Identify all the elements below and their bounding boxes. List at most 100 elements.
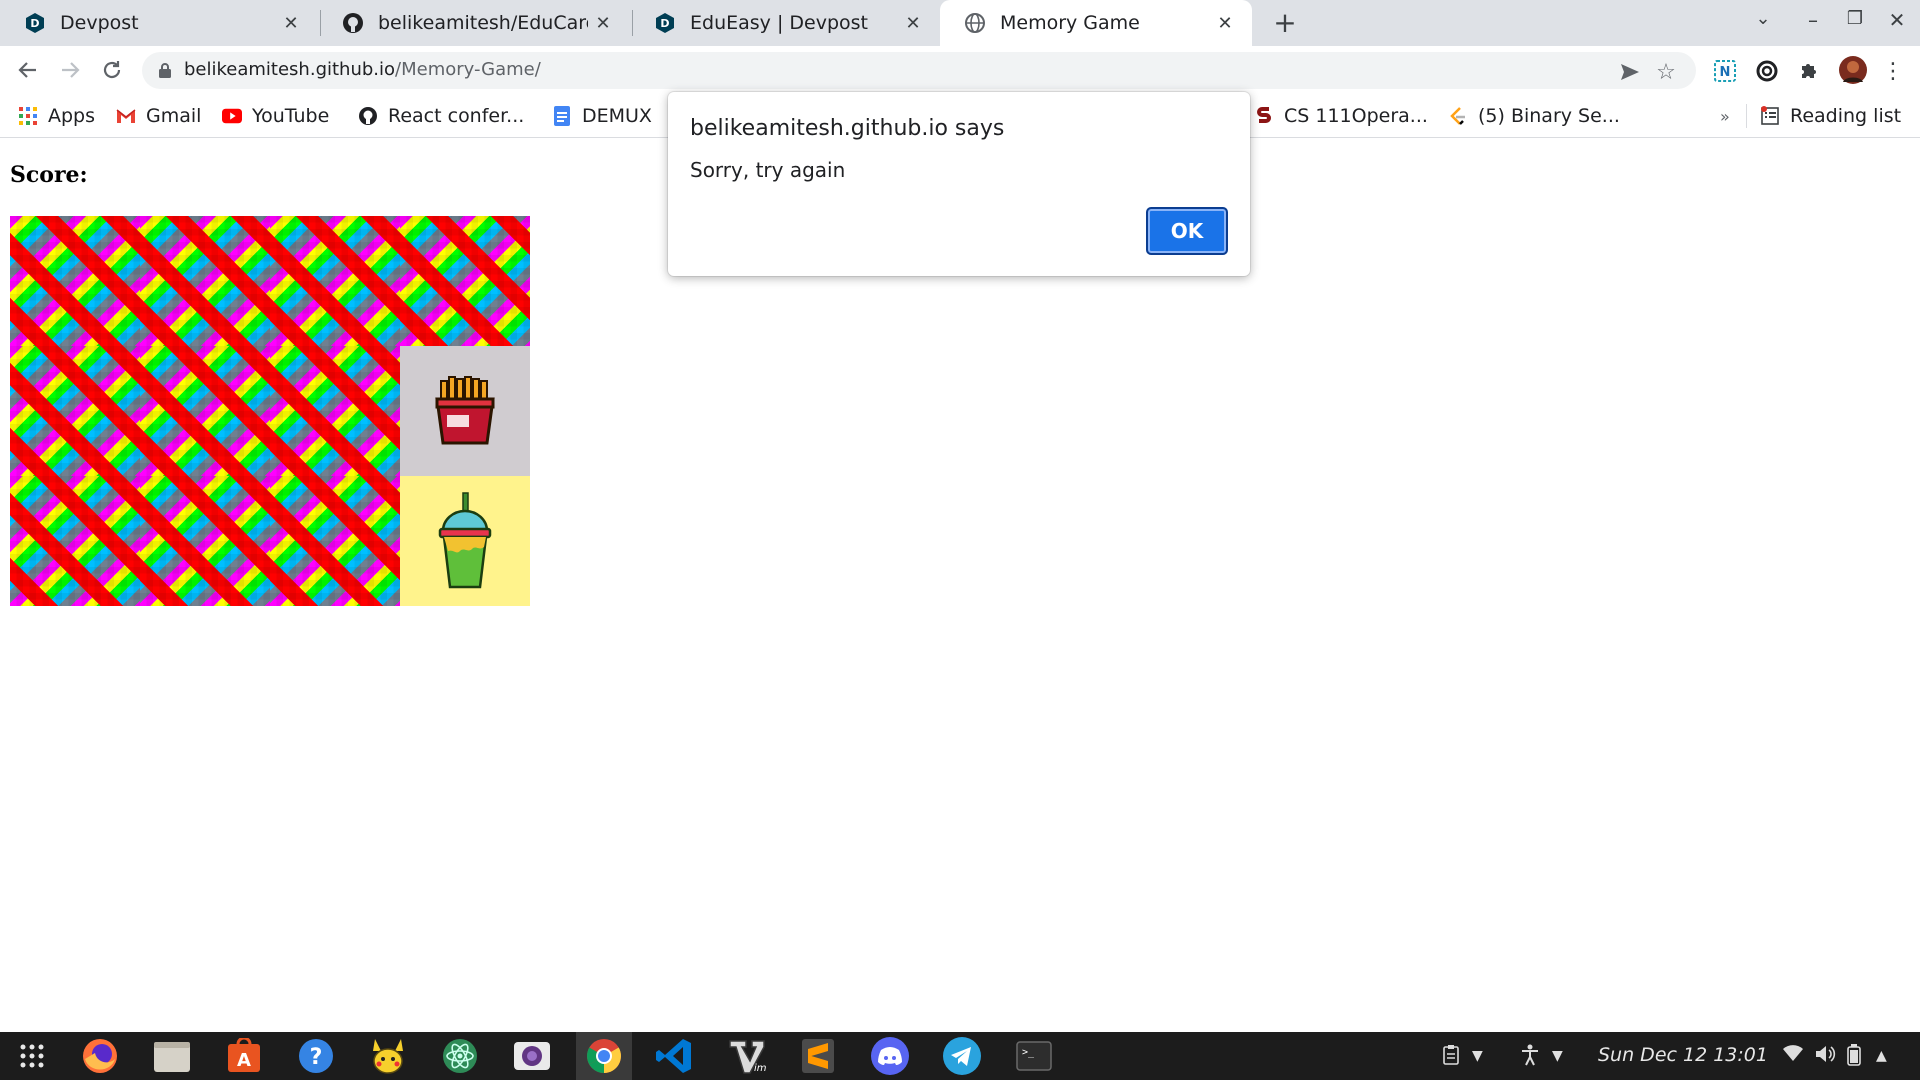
send-tab-icon[interactable] [1618, 60, 1642, 84]
bookmark-label: (5) Binary Se... [1478, 105, 1620, 127]
bookmark-demux[interactable]: DEMUX [552, 102, 652, 130]
devpost-icon: D [656, 13, 674, 33]
svg-text:N: N [1720, 65, 1731, 80]
bookmark-label: Gmail [146, 105, 202, 127]
taskbar: A ? im >_ ▼ ▼ Sun Dec 12 13:01 ▲ [0, 1032, 1920, 1080]
vscode-icon[interactable] [654, 1036, 694, 1076]
profile-avatar[interactable] [1838, 55, 1868, 85]
tab-github-educare[interactable]: belikeamitesh/EduCare ✕ [318, 0, 630, 46]
chrome-icon[interactable] [576, 1032, 632, 1080]
chevron-up-icon[interactable]: ▲ [1876, 1048, 1887, 1064]
bookmark-cs111[interactable]: CS 111Opera... [1254, 102, 1428, 130]
reload-icon [103, 61, 121, 79]
tab-title: Memory Game [1000, 12, 1140, 34]
window-close-icon[interactable]: ✕ [1882, 8, 1912, 32]
card-back[interactable] [10, 346, 140, 476]
reading-list-button[interactable]: Reading list [1760, 102, 1901, 130]
minimize-icon[interactable]: – [1798, 8, 1828, 32]
svg-text:D: D [30, 17, 39, 30]
wifi-icon[interactable] [1782, 1044, 1804, 1067]
apps-grid-icon [18, 106, 38, 126]
bookmark-star-icon[interactable]: ☆ [1654, 60, 1678, 85]
discord-icon[interactable] [870, 1036, 910, 1076]
bookmark-label: DEMUX [582, 105, 652, 127]
svg-text:im: im [754, 1063, 766, 1074]
telegram-icon[interactable] [942, 1036, 982, 1076]
devpost-icon: D [26, 13, 44, 33]
card-back[interactable] [270, 346, 400, 476]
chevron-down-icon[interactable]: ▼ [1552, 1048, 1563, 1064]
sublime-icon[interactable] [798, 1036, 838, 1076]
link-extension-icon[interactable] [1754, 58, 1780, 84]
card-back[interactable] [270, 216, 400, 346]
card-back[interactable] [10, 216, 140, 346]
clock[interactable]: Sun Dec 12 13:01 [1598, 1044, 1768, 1066]
lock-icon[interactable] [158, 62, 172, 79]
close-icon[interactable]: ✕ [276, 13, 306, 34]
volume-icon[interactable] [1814, 1044, 1836, 1069]
tab-title: Devpost [60, 12, 139, 34]
firefox-icon[interactable] [80, 1036, 120, 1076]
card-back[interactable] [140, 476, 270, 606]
gmail-icon [116, 106, 136, 126]
terminal-icon[interactable]: >_ [1014, 1036, 1054, 1076]
address-bar[interactable]: belikeamitesh.github.io/Memory-Game/ ☆ [142, 52, 1696, 89]
bookmark-gmail[interactable]: Gmail [116, 102, 201, 130]
vim-icon[interactable]: im [726, 1036, 766, 1076]
menu-kebab-icon[interactable]: ⋮ [1880, 58, 1906, 84]
bookmark-label: React confer... [388, 105, 525, 127]
reading-list-label: Reading list [1790, 105, 1902, 127]
bookmark-binary-search[interactable]: (5) Binary Se... [1448, 102, 1620, 130]
battery-icon[interactable] [1846, 1044, 1862, 1071]
atom-icon[interactable] [440, 1036, 480, 1076]
ok-button[interactable]: OK [1146, 207, 1228, 255]
new-tab-button[interactable]: + [1268, 6, 1302, 39]
card-drink[interactable] [400, 476, 530, 606]
arrow-left-icon [18, 62, 36, 78]
fries-icon [435, 376, 495, 445]
tab-edueasy[interactable]: D EduEasy | Devpost ✕ [630, 0, 940, 46]
tab-strip: D Devpost ✕ belikeamitesh/EduCare ✕ D Ed… [0, 0, 1920, 46]
close-icon[interactable]: ✕ [1210, 13, 1240, 34]
tab-devpost[interactable]: D Devpost ✕ [0, 0, 318, 46]
card-back[interactable] [400, 216, 530, 346]
svg-text:>_: >_ [1022, 1047, 1035, 1058]
tab-memory-game[interactable]: Memory Game ✕ [940, 0, 1252, 46]
tab-search-icon[interactable]: ⌄ [1748, 8, 1778, 29]
notion-extension-icon[interactable]: N [1712, 58, 1738, 84]
bookmark-react-conference[interactable]: React confer... [358, 102, 524, 130]
dialog-title: belikeamitesh.github.io says [690, 116, 1005, 141]
card-back[interactable] [140, 346, 270, 476]
restore-icon[interactable]: ❐ [1840, 8, 1870, 29]
app-grid-icon[interactable] [12, 1036, 52, 1076]
screenshot-icon[interactable] [512, 1036, 552, 1076]
bookmark-apps[interactable]: Apps [18, 102, 95, 130]
close-icon[interactable]: ✕ [898, 13, 928, 34]
browser-toolbar: belikeamitesh.github.io/Memory-Game/ ☆ N… [0, 46, 1920, 94]
back-button[interactable] [12, 54, 44, 86]
card-back[interactable] [140, 216, 270, 346]
files-icon[interactable] [152, 1036, 192, 1076]
clipboard-icon[interactable] [1440, 1044, 1462, 1071]
more-bookmarks-button[interactable]: » [1720, 102, 1730, 130]
reading-list-icon [1760, 106, 1780, 126]
extensions-puzzle-icon[interactable] [1796, 58, 1822, 84]
card-fries[interactable] [400, 346, 530, 476]
close-icon[interactable]: ✕ [588, 13, 618, 34]
globe-icon [965, 13, 985, 33]
youtube-icon [222, 106, 242, 126]
card-back[interactable] [10, 476, 140, 606]
card-back[interactable] [270, 476, 400, 606]
forward-button[interactable] [54, 54, 86, 86]
accessibility-icon[interactable] [1520, 1044, 1540, 1071]
url-text[interactable]: belikeamitesh.github.io/Memory-Game/ [184, 59, 541, 80]
svg-text:A: A [237, 1050, 251, 1071]
pikachu-icon[interactable] [368, 1036, 408, 1076]
help-icon[interactable]: ? [296, 1036, 336, 1076]
chevron-down-icon[interactable]: ▼ [1472, 1048, 1483, 1064]
bookmark-youtube[interactable]: YouTube [222, 102, 329, 130]
svg-text:D: D [660, 17, 669, 30]
software-center-icon[interactable]: A [224, 1036, 264, 1076]
memory-grid [10, 216, 530, 606]
reload-button[interactable] [96, 54, 128, 86]
